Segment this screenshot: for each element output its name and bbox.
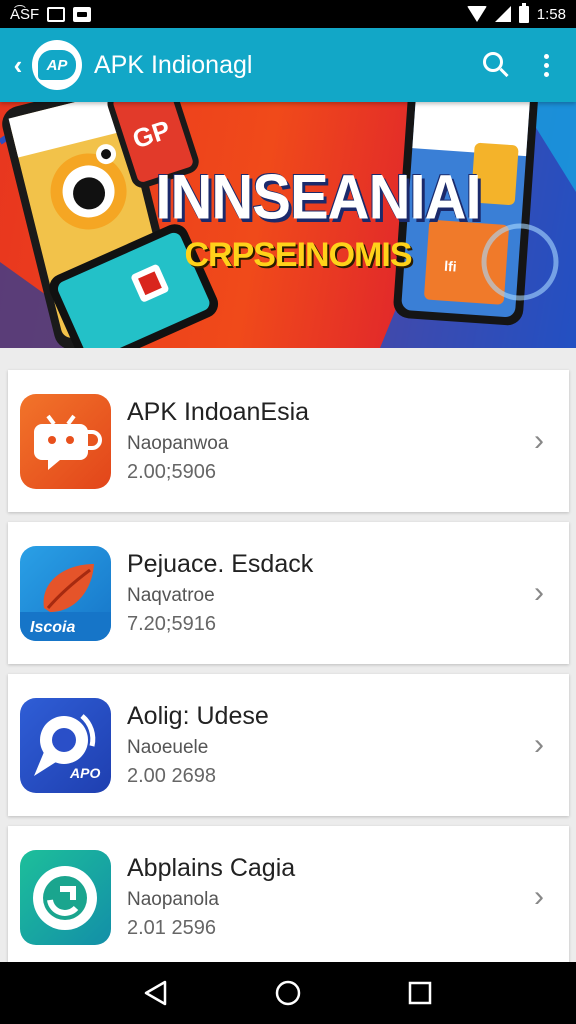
- message-icon: [73, 6, 92, 22]
- status-bar: A͡SF 1:58: [0, 0, 576, 28]
- navigation-bar: [0, 962, 576, 1024]
- back-button[interactable]: ‹: [4, 28, 32, 102]
- app-icon: [20, 393, 111, 489]
- nav-home-button[interactable]: [258, 963, 318, 1023]
- circle-home-icon: [275, 980, 301, 1006]
- banner-subtitle: CRPSEINOMIS: [184, 236, 412, 274]
- chevron-right-icon[interactable]: ›: [521, 411, 557, 471]
- app-bar: ‹ AP APK Indionagl: [0, 28, 576, 102]
- app-info: APK IndoanEsia Naopanwoa 2.00;5906: [127, 398, 521, 484]
- app-title: APK IndoanEsia: [127, 398, 310, 426]
- more-vert-icon: [543, 53, 549, 59]
- app-version: 2.00;5906: [127, 461, 216, 483]
- app-list: APK IndoanEsia Naopanwoa 2.00;5906 › Isc…: [8, 370, 569, 978]
- app-info: Aolig: Udese Naoeuele 2.00 2698: [127, 702, 521, 788]
- more-options-button[interactable]: [524, 37, 568, 93]
- list-item[interactable]: APO Aolig: Udese Naoeuele 2.00 2698 ›: [8, 674, 569, 816]
- app-info: Abplains Cagia Naopanola 2.01 2596: [127, 854, 521, 940]
- wifi-icon: [466, 6, 487, 22]
- svg-text:APO: APO: [69, 765, 100, 781]
- app-info: Pejuace. Esdack Naqvatroe 7.20;5916: [127, 550, 521, 636]
- app-title: Abplains Cagia: [127, 854, 296, 882]
- triangle-back-icon: [144, 980, 167, 1006]
- signal-icon: [494, 6, 511, 22]
- location-pin-icon: APO: [34, 713, 100, 781]
- app-developer: Naopanola: [127, 889, 219, 910]
- app-version: 2.01 2596: [127, 917, 216, 939]
- search-button[interactable]: [468, 37, 524, 93]
- app-version: 2.00 2698: [127, 765, 216, 787]
- chat-bubble-icon: [34, 414, 102, 470]
- promo-banner[interactable]: GP lfi INNSEANIAI CRPSEINOMIS: [0, 102, 576, 348]
- app-icon: Iscoia: [20, 545, 111, 641]
- app-title: APK Indionagl: [94, 50, 253, 79]
- app-title: Pejuace. Esdack: [127, 550, 314, 578]
- app-logo: AP: [32, 40, 82, 90]
- chevron-right-icon[interactable]: ›: [521, 563, 557, 623]
- app-title: Aolig: Udese: [127, 702, 269, 730]
- app-icon: APO: [20, 697, 111, 793]
- list-item[interactable]: Iscoia Pejuace. Esdack Naqvatroe 7.20;59…: [8, 522, 569, 664]
- app-icon: [20, 849, 111, 945]
- refresh-icon: [33, 865, 97, 930]
- chevron-right-icon[interactable]: ›: [521, 867, 557, 927]
- search-icon: [483, 52, 503, 72]
- status-left-text: A͡SF: [10, 5, 40, 23]
- app-developer: Naqvatroe: [127, 585, 215, 606]
- app-developer: Naopanwoa: [127, 433, 229, 454]
- status-time: 1:58: [536, 5, 566, 23]
- app-logo-text: AP: [38, 50, 76, 80]
- square-recents-icon: [408, 981, 432, 1005]
- app-developer: Naoeuele: [127, 737, 209, 758]
- list-item[interactable]: Abplains Cagia Naopanola 2.01 2596 ›: [8, 826, 569, 968]
- leaf-icon: Iscoia: [20, 563, 111, 641]
- svg-text:Iscoia: Iscoia: [30, 619, 75, 636]
- battery-icon: [518, 2, 529, 23]
- chevron-left-icon: ‹: [13, 49, 23, 80]
- banner-title: INNSEANIAI: [155, 162, 481, 233]
- nav-recents-button[interactable]: [390, 963, 450, 1023]
- app-version: 7.20;5916: [127, 613, 216, 635]
- nav-back-button[interactable]: [126, 963, 186, 1023]
- list-item[interactable]: APK IndoanEsia Naopanwoa 2.00;5906 ›: [8, 370, 569, 512]
- notification-icon: [47, 6, 66, 22]
- chevron-right-icon[interactable]: ›: [521, 715, 557, 775]
